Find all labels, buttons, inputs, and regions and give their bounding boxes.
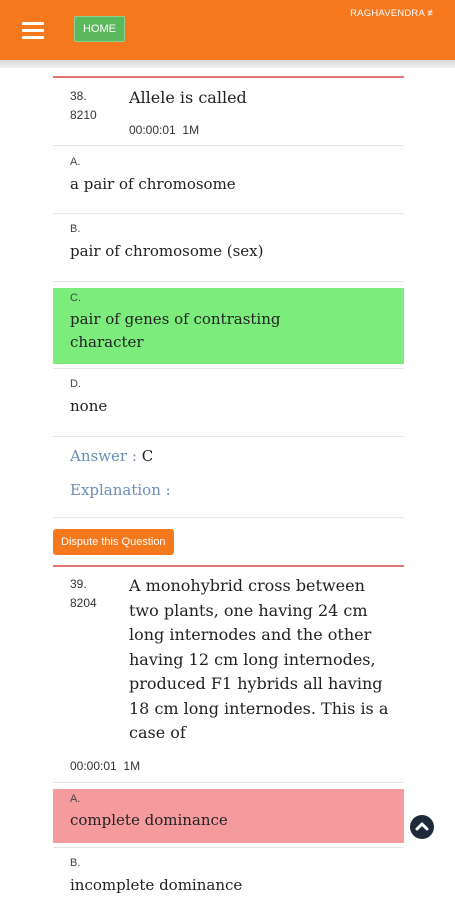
question-timer: 00:00:01 bbox=[129, 123, 176, 137]
hamburger-menu-icon[interactable] bbox=[22, 22, 44, 40]
divider bbox=[53, 517, 404, 518]
question-id: 8210 bbox=[70, 108, 97, 122]
option-letter: A. bbox=[70, 793, 81, 805]
explanation-label: Explanation : bbox=[70, 481, 171, 499]
question-timer: 00:00:01 bbox=[70, 759, 117, 773]
option-letter: C. bbox=[70, 292, 81, 304]
answer-value: C bbox=[141, 447, 154, 465]
answer: Answer : C bbox=[70, 447, 153, 465]
question-text: Allele is called bbox=[129, 88, 247, 107]
option-b[interactable]: B. incomplete dominance bbox=[53, 848, 404, 908]
chevron-up-icon bbox=[415, 822, 429, 831]
option-a[interactable]: A. a pair of chromosome bbox=[53, 146, 404, 213]
question-number: 39. bbox=[70, 577, 87, 591]
question-38: 38. 8210 Allele is called 00:00:01 1M A.… bbox=[53, 76, 404, 518]
question-header: 38. 8210 Allele is called 00:00:01 1M bbox=[53, 78, 404, 145]
question-header: 39. 8204 A monohybrid cross between two … bbox=[53, 567, 404, 782]
option-c-correct[interactable]: C. pair of genes of contrasting characte… bbox=[53, 288, 404, 364]
question-marks: 1M bbox=[182, 123, 200, 137]
scroll-to-top-button[interactable] bbox=[410, 815, 434, 839]
option-letter: D. bbox=[70, 378, 81, 390]
answer-label: Answer : bbox=[70, 447, 137, 465]
app-header: HOME RAGHAVENDRA ≢ bbox=[0, 0, 455, 60]
option-text: none bbox=[70, 397, 108, 415]
option-text: complete dominance bbox=[70, 811, 228, 829]
question-meta: 00:00:01 1M bbox=[129, 123, 199, 137]
home-button[interactable]: HOME bbox=[74, 16, 125, 42]
option-text: pair of genes of contrasting character bbox=[70, 310, 281, 351]
option-text: a pair of chromosome bbox=[70, 175, 236, 193]
option-b[interactable]: B. pair of chromosome (sex) bbox=[53, 214, 404, 281]
question-number: 38. bbox=[70, 89, 87, 103]
option-a-wrong[interactable]: A. complete dominance bbox=[53, 789, 404, 843]
option-text: incomplete dominance bbox=[70, 876, 243, 894]
question-id: 8204 bbox=[70, 596, 97, 610]
option-text: pair of chromosome (sex) bbox=[70, 242, 264, 260]
user-menu[interactable]: RAGHAVENDRA ≢ bbox=[350, 8, 437, 19]
question-39: 39. 8204 A monohybrid cross between two … bbox=[53, 565, 404, 908]
option-letter: B. bbox=[70, 223, 81, 235]
question-meta: 00:00:01 1M bbox=[70, 759, 140, 773]
option-letter: A. bbox=[70, 156, 81, 168]
header-shadow bbox=[0, 60, 455, 68]
question-text: A monohybrid cross between two plants, o… bbox=[129, 576, 389, 742]
option-d[interactable]: D. none bbox=[53, 369, 404, 436]
dispute-question-button[interactable]: Dispute this Question bbox=[53, 529, 174, 555]
answer-section: Answer : C Explanation : bbox=[53, 437, 404, 517]
option-letter: B. bbox=[70, 857, 81, 869]
question-marks: 1M bbox=[123, 759, 141, 773]
